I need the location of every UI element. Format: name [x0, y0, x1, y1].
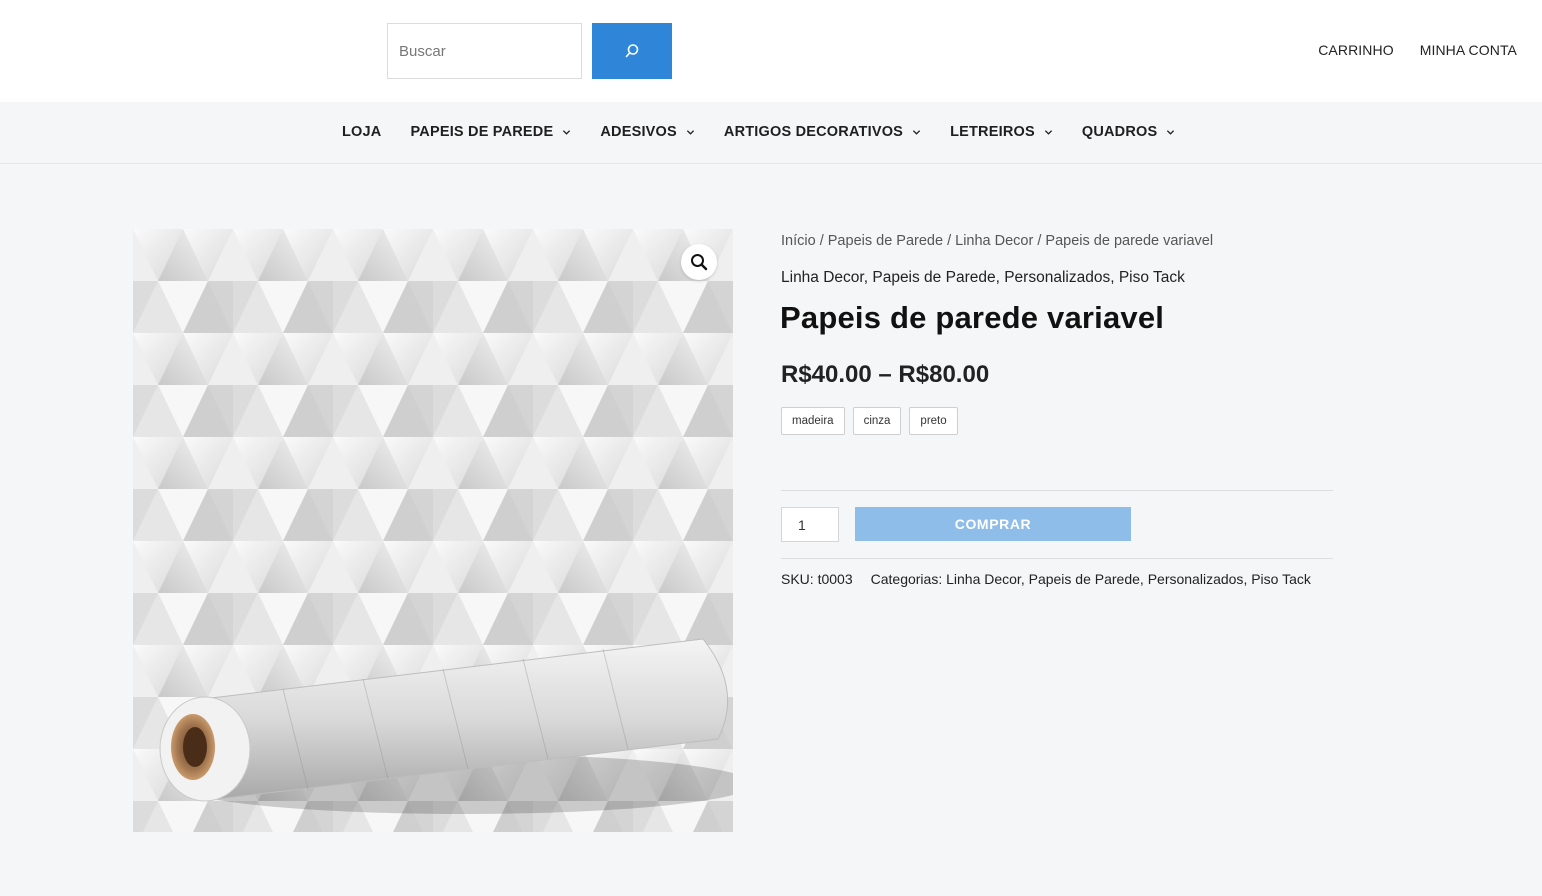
my-account-link[interactable]: MINHA CONTA: [1420, 42, 1517, 58]
nav-item-label: ADESIVOS: [600, 124, 677, 140]
swatch-cinza[interactable]: cinza: [852, 407, 902, 435]
nav-item-letreiros[interactable]: LETREIROS: [950, 124, 1053, 140]
nav-item-label: PAPEIS DE PAREDE: [410, 124, 554, 140]
site-header: CARRINHO MINHA CONTA: [0, 0, 1542, 102]
product-meta: SKU: t0003 Categorias: Linha Decor, Pape…: [781, 571, 1311, 587]
nav-item-artigos-decorativos[interactable]: ARTIGOS DECORATIVOS: [724, 124, 921, 140]
product-title: Papeis de parede variavel: [780, 300, 1165, 335]
buy-button[interactable]: COMPRAR: [855, 507, 1131, 541]
category-link[interactable]: Piso Tack: [1119, 269, 1185, 286]
category-link[interactable]: Papeis de Parede: [1029, 571, 1140, 587]
divider: [781, 558, 1333, 559]
search-button[interactable]: [592, 23, 672, 79]
breadcrumb-link-linha-decor[interactable]: Linha Decor: [955, 233, 1033, 249]
swatch-preto[interactable]: preto: [909, 407, 958, 435]
nav-item-papeis-de-parede[interactable]: PAPEIS DE PAREDE: [410, 124, 571, 140]
chevron-down-icon: [912, 129, 921, 135]
sku-value: t0003: [817, 571, 853, 587]
zoom-button[interactable]: [681, 244, 717, 280]
category-link[interactable]: Linha Decor: [946, 571, 1021, 587]
chevron-down-icon: [1167, 129, 1175, 135]
meta-categories: Categorias: Linha Decor, Papeis de Pared…: [870, 571, 1311, 587]
nav-item-label: LOJA: [342, 124, 382, 140]
breadcrumb-separator: /: [815, 233, 828, 249]
sku: SKU: t0003: [781, 571, 853, 587]
breadcrumb-link-papeis-de-parede[interactable]: Papeis de Parede: [828, 233, 943, 249]
breadcrumb-link-inicio[interactable]: Início: [781, 233, 816, 249]
chevron-down-icon: [563, 129, 571, 135]
product-image[interactable]: [133, 229, 733, 832]
nav-item-label: LETREIROS: [950, 124, 1035, 140]
wallpaper-roll-image: [133, 229, 733, 832]
price-range: R$40.00 – R$80.00: [781, 361, 990, 388]
categories-label: Categorias:: [870, 571, 943, 587]
category-link[interactable]: Personalizados: [1148, 571, 1244, 587]
variation-swatches: madeira cinza preto: [781, 407, 958, 435]
search-icon: [625, 44, 639, 58]
breadcrumb: Início / Papeis de Parede / Linha Decor …: [781, 233, 1213, 249]
search-input[interactable]: [387, 23, 582, 79]
category-link[interactable]: Papeis de Parede: [872, 269, 995, 286]
sku-label: SKU:: [781, 571, 814, 587]
nav-item-adesivos[interactable]: ADESIVOS: [600, 124, 695, 140]
nav-item-loja[interactable]: LOJA: [342, 124, 381, 140]
main-navigation: LOJA PAPEIS DE PAREDE ADESIVOS ARTIGOS D…: [0, 102, 1542, 164]
swatch-madeira[interactable]: madeira: [781, 407, 845, 435]
category-link[interactable]: Personalizados: [1004, 269, 1110, 286]
nav-item-label: ARTIGOS DECORATIVOS: [723, 124, 904, 140]
breadcrumb-separator: /: [943, 233, 956, 249]
cart-link[interactable]: CARRINHO: [1318, 42, 1393, 58]
magnifier-icon: [691, 254, 708, 271]
product-categories: Linha Decor, Papeis de Parede, Personali…: [781, 269, 1185, 286]
nav-item-label: QUADROS: [1081, 124, 1158, 140]
nav-menu: LOJA PAPEIS DE PAREDE ADESIVOS ARTIGOS D…: [342, 124, 1204, 140]
divider: [781, 490, 1333, 491]
breadcrumb-separator: /: [1033, 233, 1046, 249]
chevron-down-icon: [1044, 129, 1052, 135]
header-links: CARRINHO MINHA CONTA: [1318, 42, 1517, 58]
quantity-input[interactable]: [781, 507, 839, 542]
chevron-down-icon: [686, 129, 695, 135]
breadcrumb-current: Papeis de parede variavel: [1045, 233, 1214, 249]
category-link[interactable]: Linha Decor: [781, 269, 864, 286]
nav-item-quadros[interactable]: QUADROS: [1082, 124, 1176, 140]
category-link[interactable]: Piso Tack: [1251, 571, 1311, 587]
